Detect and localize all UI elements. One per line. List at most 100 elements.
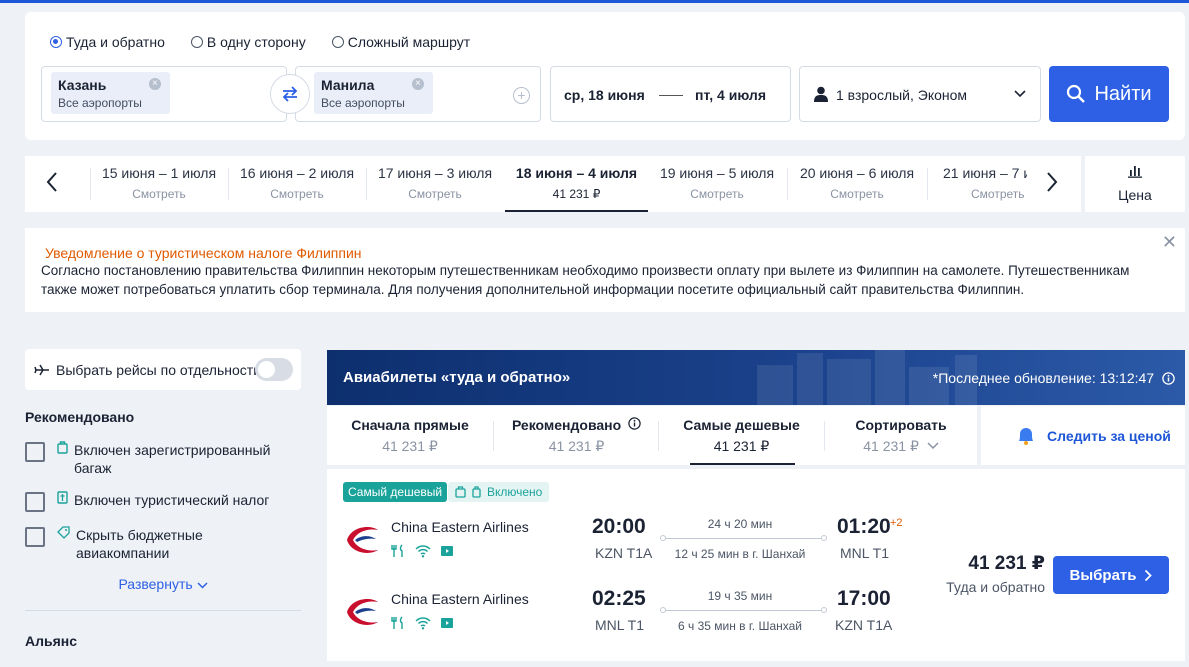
china-eastern-logo [347,599,378,625]
checkbox[interactable] [25,442,45,462]
skyline-decoration [827,359,871,405]
chevron-left-icon [46,172,57,192]
trip-type-roundtrip[interactable]: Туда и обратно [50,34,165,50]
checkbox[interactable] [25,492,45,512]
date-tab[interactable]: 16 июня – 2 июля Смотреть [230,156,364,212]
meal-icon [391,616,403,629]
route-dot [660,535,666,541]
trip-type-multicity[interactable]: Сложный маршрут [331,34,470,50]
skyline-decoration [875,350,905,405]
date-tab[interactable]: 19 июня – 5 июля Смотреть [650,156,784,212]
results-title: Авиабилеты «туда и обратно» [343,369,571,386]
sort-cheapest[interactable]: Самые дешевые 41 231 ₽ [659,406,824,465]
meal-icon [391,544,403,557]
checkbox[interactable] [25,527,45,547]
active-sort-underline [690,463,795,465]
ticket-card[interactable]: Самый дешевый Включено China Eastern Air… [327,469,1185,661]
trip-type-oneway[interactable]: В одну сторону [190,34,306,50]
add-destination-icon[interactable]: + [513,87,530,104]
chevron-down-icon [927,442,939,450]
tab-divider [228,168,229,200]
skyline-decoration [797,353,823,405]
chevron-down-icon [1014,90,1026,98]
wifi-icon [415,617,431,630]
info-icon[interactable] [628,417,641,430]
sort-bar: Сначала прямые 41 231 ₽ Рекомендовано 41 … [327,406,977,465]
search-icon [1067,84,1086,103]
cheapest-badge: Самый дешевый [343,482,448,502]
bar-chart-icon [1128,166,1142,178]
swap-cities-button[interactable] [270,74,310,114]
luggage-icon [57,441,68,459]
radio-icon[interactable] [50,36,62,48]
origin-field[interactable]: Казань Все аэропорты × [41,66,287,122]
route-dot [660,607,666,613]
sidebar-divider [25,610,301,611]
china-eastern-logo [347,527,378,553]
destination-field[interactable]: Манила Все аэропорты × + [295,66,541,122]
sort-recommended[interactable]: Рекомендовано 41 231 ₽ [494,406,659,465]
trip-type-selector: Туда и обратно В одну сторону Сложный ма… [50,34,470,50]
passengers-field[interactable]: 1 взрослый, Эконом [799,66,1041,122]
swap-icon [282,86,298,102]
radio-icon[interactable] [190,36,203,48]
wifi-icon [415,545,431,558]
chevron-right-icon [1047,172,1058,192]
filter-baggage[interactable]: Включен зарегистрированный багаж [25,441,301,477]
route-dot [821,535,827,541]
tab-divider [366,168,367,200]
clear-origin-icon[interactable]: × [148,78,161,90]
choose-button[interactable]: Выбрать [1053,556,1169,594]
prev-dates-button[interactable] [41,171,63,197]
tag-icon [57,526,70,544]
search-button[interactable]: Найти [1049,66,1169,122]
next-dates-button[interactable] [1041,171,1063,197]
bell-icon [1019,427,1033,445]
radio-icon[interactable] [331,36,344,48]
tab-divider [90,168,91,200]
clear-destination-icon[interactable]: × [411,78,424,90]
route-line [663,538,823,539]
tax-icon [57,491,68,509]
carry-on-icon [455,486,466,498]
tax-notice: Уведомление о туристическом налоге Филип… [25,228,1185,312]
date-tab[interactable]: 20 июня – 6 июля Смотреть [790,156,924,212]
dates-field[interactable]: ср, 18 июня пт, 4 июля [550,66,791,122]
return-leg: China Eastern Airlines 02:25 MNL T1 19 ч… [327,587,927,651]
date-range-dash [659,95,683,96]
info-icon[interactable] [1162,372,1175,385]
separate-flights-toggle[interactable] [255,358,293,381]
price-watch-button[interactable]: Следить за ценой [981,406,1185,465]
recommended-heading: Рекомендовано [25,409,135,425]
date-tabs-strip: 15 июня – 1 июля Смотреть 16 июня – 2 июл… [25,156,1081,212]
separate-flights-toggle-row[interactable]: Выбрать рейсы по отдельности [25,349,301,390]
tab-divider [927,168,928,200]
filters-sidebar: Выбрать рейсы по отдельности Рекомендова… [25,349,301,649]
ticket-price: 41 231 ₽ [968,553,1045,574]
chevron-right-icon [1145,569,1153,581]
skyline-decoration [757,365,793,405]
date-tab[interactable]: 21 июня – 7 июляСмотреть [930,156,1027,212]
price-chart-button[interactable]: Цена [1085,156,1185,212]
sort-direct-first[interactable]: Сначала прямые 41 231 ₽ [327,406,493,465]
last-update: *Последнее обновление: 13:12:47 [933,370,1175,386]
sort-dropdown[interactable]: Сортировать 41 231 ₽ [825,406,977,465]
route-dot [821,607,827,613]
date-tab[interactable]: 17 июня – 3 июля Смотреть [368,156,502,212]
included-badge: Включено [448,482,550,502]
filter-tourist-tax[interactable]: Включен туристический налог [25,491,301,512]
outbound-leg: China Eastern Airlines 20:00 KZN T1A 24 … [327,515,927,579]
price-note: Туда и обратно [946,579,1045,595]
entertainment-icon [441,546,453,556]
date-tab-active[interactable]: 18 июня – 4 июля 41 231 ₽ [505,156,648,212]
results-header: Авиабилеты «туда и обратно» *Последнее о… [327,350,1185,405]
entertainment-icon [441,618,453,628]
filter-hide-budget[interactable]: Скрыть бюджетные авиакомпании [25,526,301,562]
close-icon[interactable]: ✕ [1162,232,1177,253]
person-icon [814,86,828,102]
chevron-down-icon [197,582,208,589]
date-tab[interactable]: 15 июня – 1 июля Смотреть [92,156,226,212]
origin-chip: Казань Все аэропорты × [51,72,170,114]
alliance-heading: Альянс [25,633,78,649]
expand-filters-link[interactable]: Развернуть [25,576,301,592]
